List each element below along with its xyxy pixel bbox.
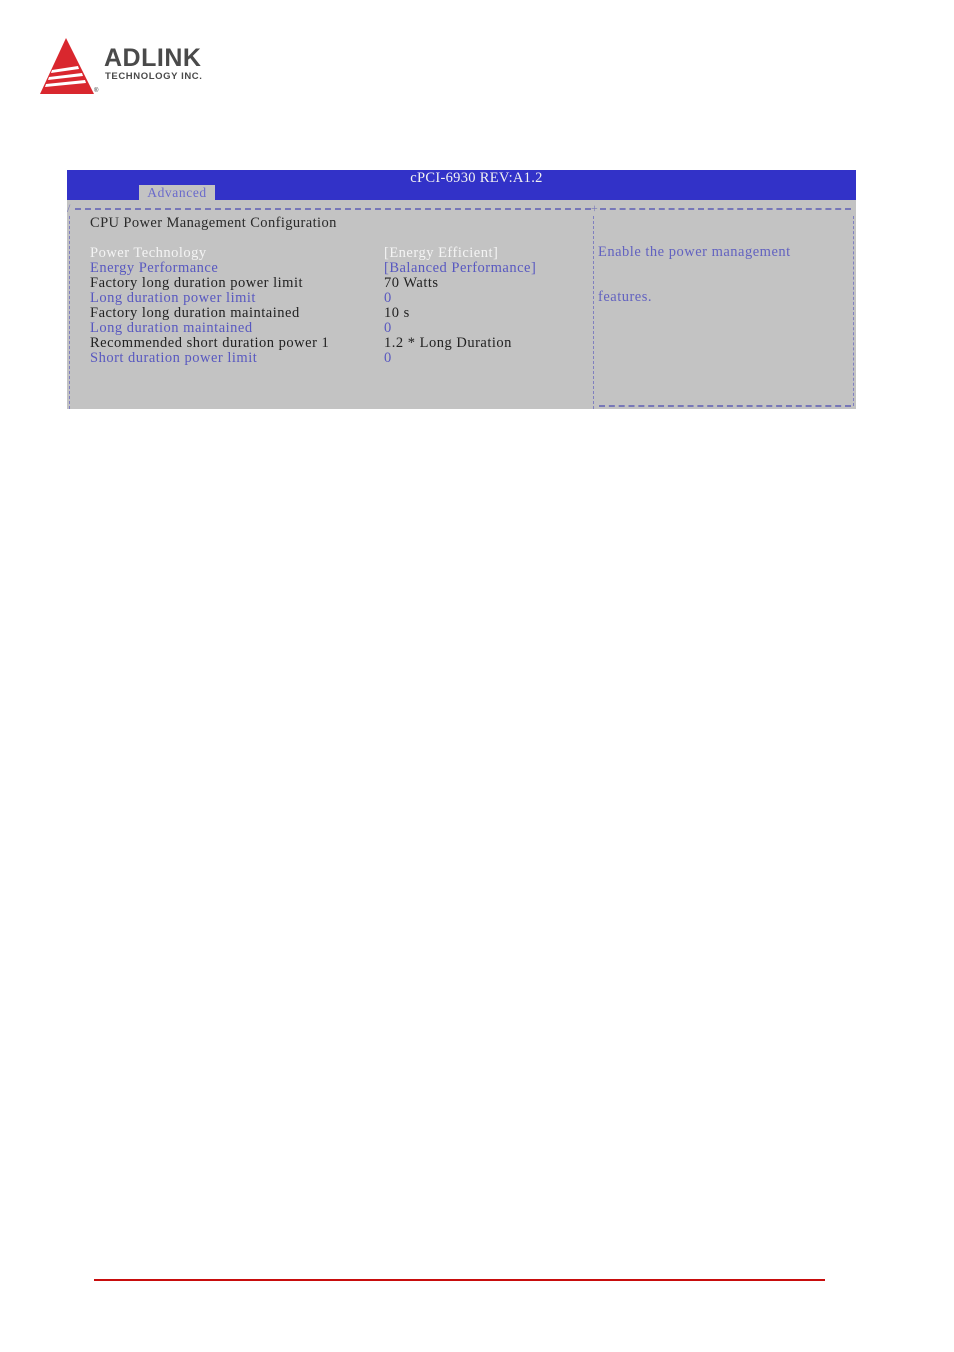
setting-label: Factory long duration maintained: [90, 305, 300, 321]
frame-top-divider-right: [600, 208, 851, 210]
frame-left-border: [69, 216, 70, 409]
tab-advanced[interactable]: Advanced: [139, 185, 215, 200]
help-text-line: Enable the power management: [598, 244, 791, 260]
bios-setup-screen: cPCI-6930 REV:A1.2 Advanced / + CPU Powe…: [67, 170, 856, 409]
frame-help-bottom: [599, 405, 851, 407]
setting-label: Factory long duration power limit: [90, 275, 304, 291]
frame-middle-divider: [593, 216, 594, 409]
setting-value[interactable]: 0: [384, 291, 392, 306]
frame-top-divider-left: [75, 208, 591, 210]
setting-label: Long duration maintained: [90, 320, 253, 336]
setting-value[interactable]: 0: [384, 351, 392, 366]
help-panel: Enable the power management features.: [598, 215, 791, 335]
adlink-logo: ADLINK TECHNOLOGY INC. ®: [38, 36, 238, 100]
setting-value[interactable]: 0: [384, 321, 392, 336]
adlink-triangle-icon: [40, 38, 94, 94]
help-text-line: features.: [598, 289, 653, 305]
setting-value[interactable]: [Energy Efficient]: [384, 246, 498, 261]
registered-mark: ®: [94, 88, 99, 94]
setting-value[interactable]: [Balanced Performance]: [384, 261, 536, 276]
footer-rule: [94, 1279, 825, 1281]
frame-corner-top-left: /: [67, 201, 71, 215]
company-name: ADLINK: [104, 44, 202, 72]
bios-title-bar: cPCI-6930 REV:A1.2 Advanced: [67, 170, 856, 200]
setting-label: Energy Performance: [90, 260, 219, 276]
setting-label: Recommended short duration power 1: [90, 335, 330, 351]
setting-value: 1.2 * Long Duration: [384, 335, 512, 351]
page-heading: CPU Power Management Configuration: [90, 215, 337, 231]
setting-label: Power Technology: [90, 245, 207, 261]
frame-junction: +: [591, 201, 598, 215]
setting-value: 10 s: [384, 305, 410, 321]
frame-right-border: [853, 216, 854, 406]
setting-value: 70 Watts: [384, 275, 439, 291]
setting-label: Short duration power limit: [90, 350, 258, 366]
setting-label: Long duration power limit: [90, 290, 256, 306]
company-subtitle: TECHNOLOGY INC.: [105, 71, 203, 82]
